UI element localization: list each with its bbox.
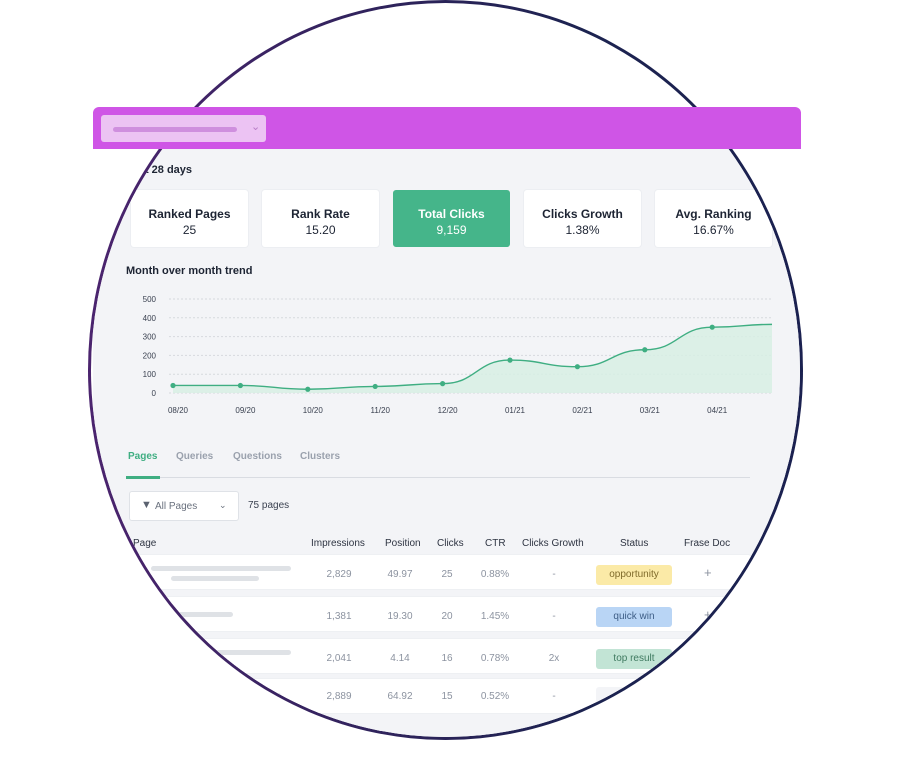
col-header-impressions[interactable]: Impressions — [311, 538, 365, 549]
y-tick-label: 0 — [152, 389, 157, 398]
metric-title: Avg. Ranking — [675, 207, 752, 221]
cell-clicks-growth: - — [552, 691, 556, 702]
tab-clusters[interactable]: Clusters — [300, 451, 340, 462]
trend-area — [173, 324, 772, 393]
status-badge-quick-win: quick win — [596, 607, 672, 627]
col-header-page[interactable]: Page — [133, 538, 156, 549]
cell-ctr: 0.88% — [480, 569, 510, 580]
metric-value: 9,159 — [436, 223, 467, 237]
col-header-status[interactable]: Status — [620, 538, 648, 549]
tab-questions[interactable]: Questions — [233, 451, 282, 462]
page-title-placeholder — [171, 612, 233, 617]
table-row[interactable]: 1,381 19.30 20 1.45% - quick win + — [131, 597, 751, 631]
add-doc-button[interactable]: + — [704, 565, 712, 580]
page-title-placeholder — [151, 566, 291, 571]
data-point — [574, 364, 580, 370]
x-tick-label: 09/20 — [235, 406, 256, 415]
x-tick-label: 04/21 — [707, 406, 728, 415]
y-tick-label: 400 — [143, 314, 157, 323]
table-row[interactable]: 2,041 4.14 16 0.78% 2x top result — [131, 639, 751, 673]
x-tick-label: 01/21 — [505, 406, 526, 415]
cell-impressions: 1,381 — [326, 611, 352, 622]
metric-title: Rank Rate — [291, 207, 350, 221]
x-tick-label: 11/20 — [370, 406, 390, 415]
cell-ctr: 0.52% — [480, 691, 510, 702]
cell-impressions: 2,829 — [326, 569, 352, 580]
data-point — [440, 381, 446, 387]
cell-ctr: 0.78% — [480, 653, 510, 664]
cell-position: 19.30 — [387, 611, 413, 622]
chevron-down-icon: ⌄ — [219, 500, 227, 510]
metric-value: 15.20 — [305, 223, 336, 237]
x-tick-label: 08/20 — [168, 406, 189, 415]
cell-clicks-growth: - — [552, 569, 556, 580]
status-badge-opportunity: opportunity — [596, 565, 672, 585]
metric-card-avg-ranking[interactable]: Avg. Ranking 16.67% — [655, 190, 772, 247]
x-tick-label: 03/21 — [640, 406, 661, 415]
tab-pages[interactable]: Pages — [128, 451, 157, 462]
metric-title: Total Clicks — [418, 207, 485, 221]
y-tick-label: 200 — [143, 351, 157, 360]
status-badge-empty — [596, 687, 672, 707]
cell-impressions: 2,041 — [326, 653, 352, 664]
cell-position: 4.14 — [390, 653, 410, 664]
col-header-position[interactable]: Position — [385, 538, 421, 549]
data-point — [507, 357, 513, 363]
col-header-frase-doc[interactable]: Frase Doc — [684, 538, 730, 549]
data-point — [170, 382, 176, 389]
cell-clicks: 20 — [441, 611, 453, 622]
x-tick-label: 10/20 — [303, 406, 324, 415]
col-header-clicks[interactable]: Clicks — [437, 538, 464, 549]
table-row[interactable]: 2,829 49.97 25 0.88% - opportunity + — [131, 555, 751, 589]
period-label: Last 28 days — [126, 164, 193, 176]
metric-card-total-clicks[interactable]: Total Clicks 9,159 — [393, 190, 510, 247]
cell-position: 64.92 — [387, 691, 413, 702]
cell-position: 49.97 — [387, 569, 413, 580]
metric-value: 1.38% — [565, 223, 600, 237]
tab-queries[interactable]: Queries — [176, 451, 213, 462]
data-point — [237, 382, 243, 389]
data-point — [372, 383, 378, 390]
cell-clicks: 16 — [441, 653, 453, 664]
data-point — [709, 324, 715, 330]
filter-label: All Pages — [155, 501, 198, 512]
cell-ctr: 1.45% — [480, 611, 510, 622]
metric-title: Ranked Pages — [148, 207, 231, 221]
trend-chart: 500 400 300 200 100 0 08/20 09/20 10/20 11/20 12/2… — [143, 295, 773, 415]
metric-title: Clicks Growth — [542, 207, 623, 221]
dashboard-panel: Last 28 days Ranked Pages 25 Rank Rate 1… — [91, 3, 800, 737]
metric-card-ranked-pages[interactable]: Ranked Pages 25 — [131, 190, 248, 247]
metric-card-clicks-growth[interactable]: Clicks Growth 1.38% — [524, 190, 641, 247]
data-point — [305, 386, 311, 392]
col-header-clicks-growth[interactable]: Clicks Growth — [522, 538, 584, 549]
tab-divider — [126, 477, 750, 478]
metric-value: 25 — [182, 223, 197, 237]
table-row[interactable]: 2,889 64.92 15 0.52% - — [131, 679, 751, 713]
pages-count: 75 pages — [248, 500, 290, 511]
page-url-placeholder — [171, 576, 259, 581]
cell-clicks-growth: 2x — [548, 653, 560, 664]
metric-value: 16.67% — [693, 223, 734, 237]
cell-clicks: 25 — [441, 569, 453, 580]
col-header-ctr[interactable]: CTR — [485, 538, 506, 549]
y-tick-label: 500 — [143, 295, 157, 304]
y-tick-label: 300 — [143, 333, 157, 342]
cell-clicks-growth: - — [552, 611, 556, 622]
y-tick-label: 100 — [143, 370, 157, 379]
page-filter-dropdown[interactable]: ▼ All Pages ⌄ — [129, 491, 239, 521]
trend-label: Month over month trend — [126, 265, 253, 277]
status-badge-top-result: top result — [596, 649, 672, 669]
tab-active-indicator — [126, 476, 160, 479]
metric-card-rank-rate[interactable]: Rank Rate 15.20 — [262, 190, 379, 247]
page-title-placeholder — [151, 650, 291, 655]
page-title-placeholder — [221, 693, 281, 698]
filter-icon: ▼ — [141, 499, 152, 511]
data-point — [642, 347, 648, 353]
x-tick-label: 12/20 — [438, 406, 459, 415]
cell-impressions: 2,889 — [326, 691, 352, 702]
x-tick-label: 02/21 — [572, 406, 593, 415]
cell-clicks: 15 — [441, 691, 453, 702]
add-doc-button[interactable]: + — [704, 607, 712, 622]
